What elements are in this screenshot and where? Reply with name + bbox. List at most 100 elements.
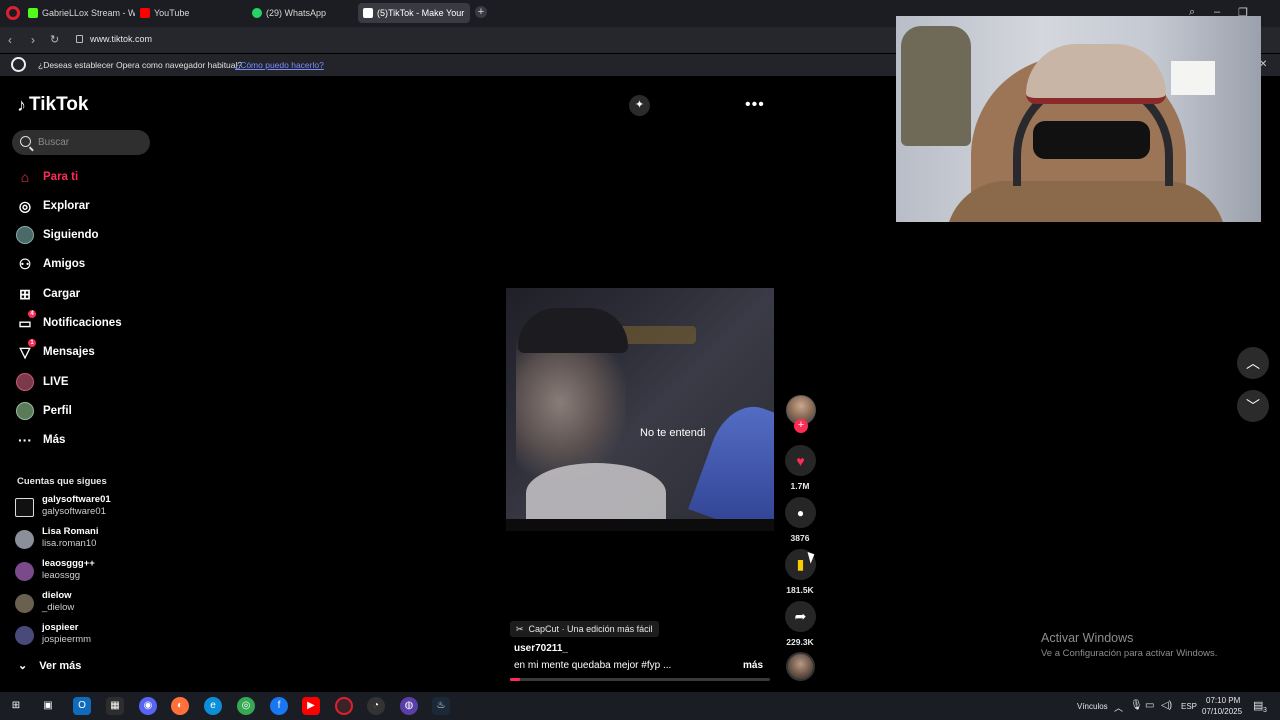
following-account[interactable]: dielow _dielow bbox=[15, 590, 155, 616]
url-field[interactable]: www.tiktok.com bbox=[90, 34, 152, 44]
description-more-button[interactable]: más bbox=[743, 660, 763, 671]
search-input[interactable] bbox=[38, 134, 143, 150]
forward-icon[interactable]: › bbox=[31, 33, 35, 47]
following-account[interactable]: Lisa Romani lisa.roman10 bbox=[15, 526, 155, 552]
like-button[interactable]: ♥ bbox=[785, 445, 816, 476]
video-username[interactable]: user70211_ bbox=[514, 643, 568, 654]
reload-icon[interactable]: ↻ bbox=[50, 33, 59, 46]
webcam-jacket bbox=[901, 26, 971, 146]
tab-tiktok[interactable]: (5)TikTok - Make Your bbox=[358, 3, 470, 23]
nav-amigos[interactable]: ⚇ Amigos bbox=[15, 253, 155, 275]
next-video-button[interactable]: ﹀ bbox=[1237, 390, 1269, 422]
new-tab-button[interactable]: + bbox=[475, 6, 487, 18]
youtube-icon bbox=[140, 8, 150, 18]
search-icon bbox=[20, 136, 31, 147]
more-options-icon[interactable]: ••• bbox=[745, 96, 765, 114]
avatar bbox=[15, 562, 34, 581]
task-view-icon[interactable]: ▣ bbox=[39, 697, 57, 715]
activate-windows-subtitle: Ve a Configuración para activar Windows. bbox=[1041, 648, 1218, 659]
video-progress-bar[interactable] bbox=[510, 678, 770, 681]
back-icon[interactable]: ‹ bbox=[8, 33, 12, 47]
whatsapp-icon bbox=[252, 8, 262, 18]
comment-button[interactable]: ● bbox=[785, 497, 816, 528]
comment-count: 3876 bbox=[790, 533, 810, 543]
lock-icon[interactable] bbox=[76, 35, 83, 43]
tiktok-note-icon: ♪ bbox=[17, 94, 26, 115]
nav-live[interactable]: LIVE bbox=[15, 371, 155, 393]
notification-badge: 4 bbox=[28, 310, 36, 318]
nav-notificaciones[interactable]: ▭ 4 Notificaciones bbox=[15, 310, 155, 334]
nav-perfil[interactable]: Perfil bbox=[15, 400, 155, 422]
following-account[interactable]: galysoftware01 galysoftware01 bbox=[15, 494, 155, 520]
webcam-paper bbox=[1171, 61, 1215, 95]
opera-menu-icon[interactable] bbox=[6, 6, 20, 20]
obs-icon[interactable]: ◔ bbox=[367, 697, 385, 715]
comment-icon: ● bbox=[796, 505, 805, 520]
capcut-icon: ✂ bbox=[516, 623, 524, 634]
friends-icon: ⚇ bbox=[18, 255, 32, 272]
edge-icon[interactable]: e bbox=[204, 697, 222, 715]
follow-plus-icon[interactable]: + bbox=[794, 419, 808, 433]
nav-cargar[interactable]: ⊞ Cargar bbox=[15, 283, 155, 305]
nav-para-ti[interactable]: ⌂ Para ti bbox=[15, 166, 155, 188]
chrome-icon[interactable]: ◎ bbox=[237, 697, 255, 715]
opera-logo-icon bbox=[11, 57, 26, 72]
tray-expand-icon[interactable]: ︿ bbox=[1114, 701, 1123, 714]
notification-center-icon[interactable]: ▤ bbox=[1253, 699, 1263, 712]
music-disc[interactable] bbox=[786, 652, 815, 681]
youtube-icon[interactable]: ▶ bbox=[302, 697, 320, 715]
infobar-message: ¿Deseas establecer Opera como navegador … bbox=[38, 60, 243, 70]
capcut-tag[interactable]: ✂ CapCut · Una edición más fácil bbox=[510, 621, 659, 637]
store-icon[interactable]: ▦ bbox=[106, 697, 124, 715]
send-icon: ▽ 1 bbox=[15, 339, 36, 362]
tiktok-icon bbox=[363, 8, 373, 18]
windows-start-icon[interactable]: ⊞ bbox=[7, 697, 25, 715]
following-account[interactable]: jospieer jospieermm bbox=[15, 622, 155, 648]
nav-mensajes[interactable]: ▽ 1 Mensajes bbox=[15, 339, 155, 363]
tab-youtube[interactable]: YouTube bbox=[135, 3, 245, 23]
webcam-sunglasses bbox=[1033, 121, 1150, 159]
chevron-down-icon: ﹀ bbox=[1246, 398, 1260, 414]
previous-video-button[interactable]: ︿ bbox=[1237, 347, 1269, 379]
network-icon[interactable]: ▭ bbox=[1145, 700, 1154, 711]
heart-icon: ♥ bbox=[796, 452, 805, 469]
microphone-icon[interactable]: 🎙 bbox=[1130, 700, 1143, 711]
chevron-up-icon: ︿ bbox=[1246, 355, 1260, 371]
tab-kick-stream[interactable]: GabrieLLox Stream - Watc bbox=[23, 3, 135, 23]
clock-date[interactable]: 07/10/2025 bbox=[1202, 707, 1242, 716]
message-badge: 1 bbox=[28, 339, 36, 347]
infobar-howto-link[interactable]: ¿Cómo puedo hacerlo? bbox=[235, 60, 324, 70]
bookmark-icon: ▮ bbox=[796, 556, 805, 572]
share-button[interactable]: ➦ bbox=[785, 601, 816, 632]
clock-time[interactable]: 07:10 PM bbox=[1206, 696, 1240, 705]
messenger-app-icon[interactable]: ◍ bbox=[400, 697, 418, 715]
following-account[interactable]: leaosggg++ leaossgg bbox=[15, 558, 155, 584]
sparkle-icon[interactable]: ✦ bbox=[629, 95, 650, 116]
discord-icon[interactable]: ◉ bbox=[139, 697, 157, 715]
inbox-icon: ▭ 4 bbox=[15, 310, 36, 333]
video-bottom-strip bbox=[506, 519, 774, 531]
compass-icon: ◎ bbox=[18, 197, 32, 214]
search-box[interactable] bbox=[12, 130, 150, 155]
nav-explorar[interactable]: ◎ Explorar bbox=[15, 195, 155, 217]
language-indicator[interactable]: ESP bbox=[1181, 702, 1197, 711]
steam-icon[interactable]: ♨ bbox=[432, 697, 450, 715]
tiktok-logo[interactable]: ♪ TikTok bbox=[17, 94, 88, 116]
share-count: 229.3K bbox=[786, 637, 814, 647]
opera-icon[interactable] bbox=[335, 697, 353, 715]
nav-mas[interactable]: ··· Más bbox=[15, 429, 155, 451]
tab-whatsapp[interactable]: (29) WhatsApp bbox=[247, 3, 355, 23]
facebook-icon[interactable]: f bbox=[270, 697, 288, 715]
avatar bbox=[15, 626, 34, 645]
links-toolbar-label[interactable]: Vínculos bbox=[1077, 702, 1108, 711]
volume-icon[interactable]: ◁) bbox=[1161, 700, 1172, 711]
profile-avatar-icon bbox=[15, 401, 35, 421]
nav-siguiendo[interactable]: Siguiendo bbox=[15, 224, 155, 246]
see-more-button[interactable]: ⌄ Ver más bbox=[18, 659, 81, 673]
firefox-icon[interactable]: ◐ bbox=[171, 697, 189, 715]
video-player[interactable]: No te entendi bbox=[506, 288, 774, 519]
video-progress-fill bbox=[510, 678, 521, 681]
outlook-icon[interactable]: O bbox=[73, 697, 91, 715]
home-icon: ⌂ bbox=[20, 169, 30, 185]
video-frame-light bbox=[616, 326, 696, 344]
